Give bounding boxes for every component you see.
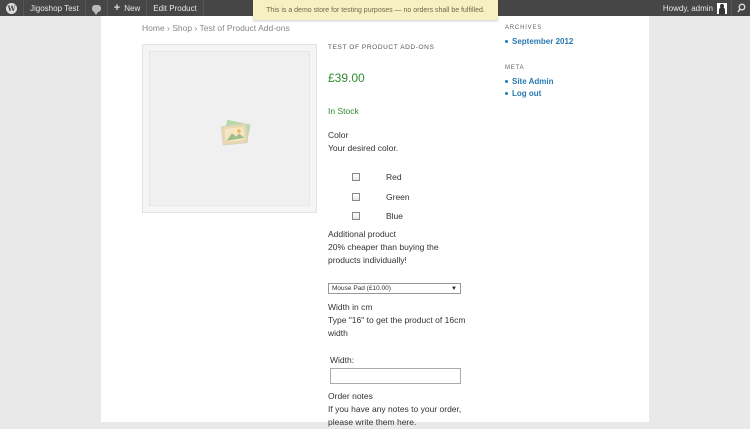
archive-link-label: September 2012 [512, 37, 574, 46]
additional-product-description-2: products individually! [328, 255, 407, 265]
meta-widget-title: META [505, 65, 525, 71]
checkbox[interactable] [352, 212, 360, 220]
product-title: TEST OF PRODUCT ADD-ONS [328, 44, 435, 51]
color-option-green[interactable]: Green [352, 192, 410, 202]
dropdown-arrow-icon: ▼ [451, 285, 457, 292]
wordpress-menu[interactable]: W [0, 0, 23, 16]
additional-product-title: Additional product [328, 229, 397, 239]
product-image[interactable] [142, 44, 317, 213]
stock-status: In Stock [328, 106, 359, 116]
list-bullet [505, 80, 508, 83]
admin-bar-divider [202, 0, 204, 16]
plus-icon: + [113, 2, 121, 14]
search-icon [736, 3, 745, 13]
breadcrumb: Home › Shop › Test of Product Add-ons [142, 23, 290, 33]
width-addon-description: Type "16" to get the product of 16cm [328, 315, 466, 325]
comments-menu[interactable] [86, 0, 107, 16]
site-name-link[interactable]: Jigoshop Test [24, 0, 85, 16]
wordpress-logo-icon: W [6, 2, 17, 14]
demo-store-notice: This is a demo store for testing purpose… [253, 0, 498, 20]
product-price: £39.00 [328, 71, 365, 85]
log-out-link[interactable]: Log out [505, 89, 541, 98]
width-addon-description-2: width [328, 328, 348, 338]
archive-link-september-2012[interactable]: September 2012 [505, 37, 573, 46]
width-field-label: Width: [330, 355, 355, 365]
checkbox-label: Blue [386, 211, 404, 221]
avatar [717, 2, 727, 14]
page-content: Home › Shop › Test of Product Add-ons TE… [101, 16, 649, 427]
howdy-text: Howdy, admin [662, 3, 713, 13]
additional-product-description: 20% cheaper than buying the [328, 242, 439, 252]
color-addon-title: Color [328, 130, 349, 140]
new-label: New [124, 3, 141, 13]
select-value: Mouse Pad (£10.00) [332, 285, 391, 292]
site-admin-link[interactable]: Site Admin [505, 77, 553, 86]
checkbox[interactable] [352, 193, 360, 201]
edit-product-link[interactable]: Edit Product [147, 0, 203, 16]
color-option-blue[interactable]: Blue [352, 211, 403, 221]
order-notes-title: Order notes [328, 391, 373, 401]
comment-bubble-icon [91, 4, 101, 15]
color-addon-description: Your desired color. [328, 143, 399, 153]
width-input[interactable] [330, 368, 461, 384]
width-addon-title: Width in cm [328, 302, 373, 312]
site-admin-label: Site Admin [512, 77, 554, 86]
order-notes-description: If you have any notes to your order, [328, 404, 462, 414]
order-notes-description-2: please write them here. [328, 417, 417, 427]
additional-product-select[interactable]: Mouse Pad (£10.00) ▼ [328, 283, 461, 294]
list-bullet [505, 92, 508, 95]
account-menu[interactable]: Howdy, admin [657, 0, 731, 16]
archives-widget-title: ARCHIVES [505, 25, 543, 31]
checkbox[interactable] [352, 173, 360, 181]
list-bullet [505, 40, 508, 43]
image-placeholder-icon [220, 120, 251, 146]
product-image-placeholder [149, 51, 310, 206]
admin-search-button[interactable] [732, 3, 750, 13]
new-content-menu[interactable]: + New [108, 0, 146, 16]
checkbox-label: Red [386, 172, 402, 182]
checkbox-label: Green [386, 192, 410, 202]
color-option-red[interactable]: Red [352, 172, 402, 182]
log-out-label: Log out [512, 89, 542, 98]
